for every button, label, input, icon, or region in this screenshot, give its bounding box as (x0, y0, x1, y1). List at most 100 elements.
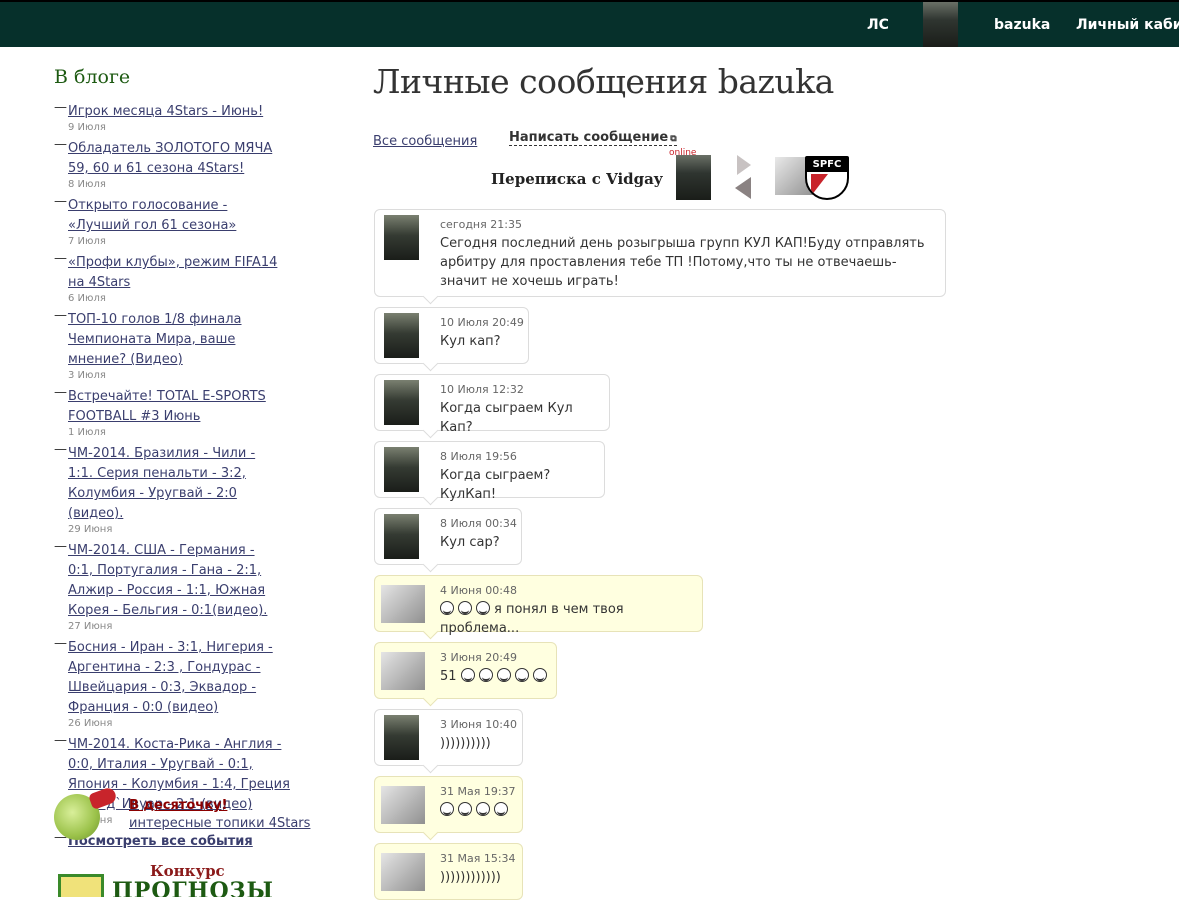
blog-item: — «Профи клубы», режим FIFA14 на 4Stars … (54, 251, 293, 304)
sender-avatar[interactable] (381, 786, 425, 824)
tab-all-messages[interactable]: Все сообщения (373, 134, 477, 149)
blog-item-link[interactable]: Встречайте! TOTAL E-SPORTS FOOTBALL #3 И… (68, 389, 266, 424)
message-text: Кул сар? (440, 535, 500, 550)
sidebar-title: В блоге (54, 66, 131, 88)
sender-avatar[interactable] (381, 652, 425, 690)
sender-avatar[interactable] (384, 715, 419, 760)
list-dash: — (54, 442, 67, 457)
smiley-icon (460, 668, 475, 682)
smiley-icon (440, 601, 454, 615)
sender-avatar[interactable] (384, 447, 419, 492)
blog-item-date: 9 Июля (68, 122, 106, 133)
blog-item-date: 7 Июля (68, 236, 106, 247)
message-text: Когда сыграем Кул Кап? (440, 401, 573, 435)
sender-avatar[interactable] (384, 215, 419, 260)
blog-item: — ТОП-10 голов 1/8 финала Чемпионата Мир… (54, 308, 258, 381)
nav-cabinet-link[interactable]: Личный кабин (1076, 17, 1179, 33)
message-item: сегодня 21:35 Сегодня последний день роз… (374, 209, 946, 305)
message-time: сегодня 21:35 (440, 218, 522, 231)
conversation-title: Переписка с Vidgay (491, 170, 663, 188)
smiley-icon (514, 668, 529, 682)
promo-title-link[interactable]: В десяточку! (129, 798, 227, 813)
message-time: 8 Июля 19:56 (440, 450, 517, 463)
sender-avatar[interactable] (384, 380, 419, 425)
list-dash: — (54, 194, 67, 209)
tab-write-message[interactable]: Написать сообщение ⧉ (509, 130, 677, 146)
club-logo-stripe (811, 174, 828, 196)
blog-item-link[interactable]: «Профи клубы», режим FIFA14 на 4Stars (68, 255, 277, 290)
contest-banner[interactable]: Конкурс ПРОГНОЗЫ (54, 862, 284, 897)
sender-avatar[interactable] (381, 853, 425, 891)
club-logo: SPFC (805, 156, 849, 200)
message-text: Когда сыграем?КулКап! (440, 468, 551, 502)
list-dash: — (54, 137, 67, 152)
smiley-icon (458, 601, 472, 615)
blog-item-link[interactable]: Игрок месяца 4Stars - Июнь! (68, 104, 263, 119)
arrow-left-icon (735, 177, 751, 199)
smiley-icon (458, 802, 472, 816)
dart-icon (88, 786, 118, 810)
blog-item-date: 3 Июля (68, 370, 106, 381)
sender-avatar[interactable] (384, 313, 419, 358)
club-logo-text: SPFC (807, 158, 847, 172)
message-item: 8 Июля 19:56 Когда сыграем?КулКап! (374, 441, 605, 506)
blog-item-link[interactable]: Обладатель ЗОЛОТОГО МЯЧА 59, 60 и 61 сез… (68, 141, 272, 176)
list-dash: — (54, 308, 67, 323)
bubble-tail (422, 422, 439, 439)
message-tabs: Все сообщения Написать сообщение ⧉ (373, 130, 677, 149)
message-time: 3 Июня 10:40 (440, 718, 517, 731)
nav-username-link[interactable]: bazuka (994, 17, 1050, 33)
smiley-icon (494, 802, 508, 816)
blog-item-date: 1 Июля (68, 427, 106, 438)
promo-block: В десяточку! интересные топики 4Stars (54, 786, 334, 845)
message-text-row: я понял в чем твоя проблема... (440, 600, 702, 638)
message-item: 3 Июня 20:49 51 (374, 642, 557, 707)
message-item: 4 Июня 00:48 я понял в чем твоя проблема… (374, 575, 703, 640)
blog-item: — Обладатель ЗОЛОТОГО МЯЧА 59, 60 и 61 с… (54, 137, 278, 190)
message-text: Сегодня последний день розыгрыша групп К… (440, 236, 925, 289)
bubble-tail (422, 623, 439, 640)
blog-item-link[interactable]: ЧМ-2014. Бразилия - Чили - 1:1. Серия пе… (68, 446, 255, 521)
message-time: 10 Июля 12:32 (440, 383, 524, 396)
message-text: )))))))))))) (440, 870, 501, 885)
message-time: 4 Июня 00:48 (440, 584, 517, 597)
bubble-tail (422, 355, 439, 372)
exchange-arrows-icon (733, 155, 757, 199)
smiley-icon (478, 668, 493, 682)
conversation-header: Переписка с Vidgay online SPFC (373, 148, 893, 205)
promo-sub-link[interactable]: интересные топики 4Stars (129, 816, 310, 831)
message-time: 31 Мая 19:37 (440, 785, 516, 798)
bubble-tail (422, 757, 439, 774)
nav-ls-link[interactable]: ЛС (867, 17, 889, 33)
list-dash: — (54, 251, 67, 266)
bubble-tail (422, 556, 439, 573)
smiley-icon (496, 668, 511, 682)
list-dash: — (54, 539, 67, 554)
sender-avatar[interactable] (381, 585, 425, 623)
blog-item-link[interactable]: ТОП-10 голов 1/8 финала Чемпионата Мира,… (68, 312, 242, 367)
message-time: 8 Июля 00:34 (440, 517, 517, 530)
message-time: 3 Июня 20:49 (440, 651, 517, 664)
user-avatar[interactable] (923, 2, 958, 47)
blog-item-link[interactable]: Открыто голосование - «Лучший гол 61 сез… (68, 198, 236, 233)
blog-item: — Открыто голосование - «Лучший гол 61 с… (54, 194, 258, 247)
external-link-icon: ⧉ (670, 134, 677, 144)
sender-avatar[interactable] (384, 514, 419, 559)
message-time: 10 Июля 20:49 (440, 316, 524, 329)
partner-avatar[interactable] (676, 155, 711, 200)
bubble-tail (422, 824, 439, 841)
message-item: 8 Июля 00:34 Кул сар? (374, 508, 522, 573)
contest-big-title: ПРОГНОЗЫ (112, 878, 274, 897)
bubble-tail (422, 489, 439, 506)
page-title: Личные сообщения bazuka (373, 62, 834, 101)
blog-item-link[interactable]: Босния - Иран - 3:1, Нигерия - Аргентина… (68, 640, 273, 715)
tab-write-label: Написать сообщение (509, 130, 669, 145)
message-item: 10 Июля 20:49 Кул кап? (374, 307, 529, 372)
main-content: Личные сообщения bazuka Все сообщения На… (373, 62, 973, 149)
bubble-tail (422, 690, 439, 707)
message-time: 31 Мая 15:34 (440, 852, 516, 865)
blog-item-date: 6 Июля (68, 293, 106, 304)
blog-item-link[interactable]: ЧМ-2014. США - Германия - 0:1, Португали… (68, 543, 267, 618)
message-item: 10 Июля 12:32 Когда сыграем Кул Кап? (374, 374, 610, 439)
blog-item-date: 29 Июня (68, 524, 113, 535)
